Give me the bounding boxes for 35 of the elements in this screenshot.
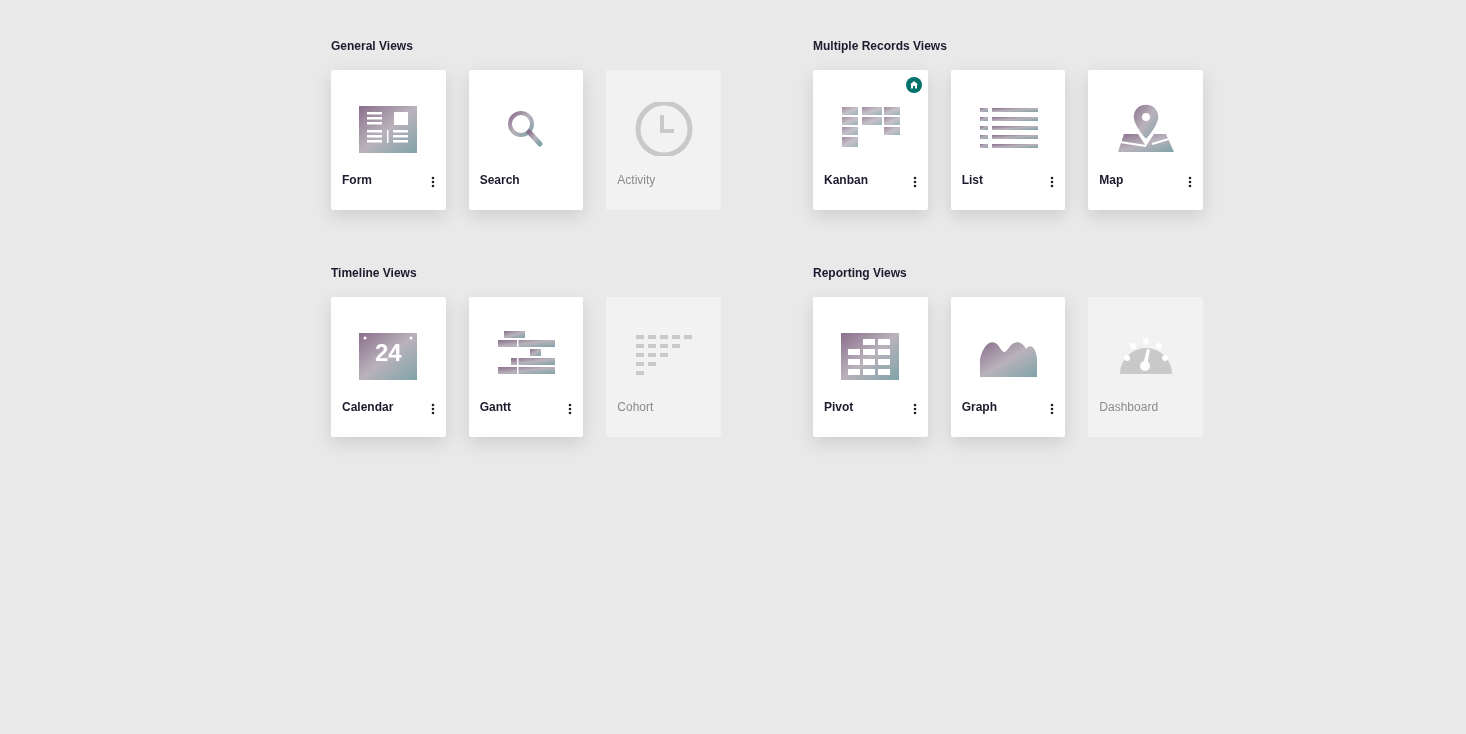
kebab-menu-icon[interactable]: [1188, 176, 1192, 188]
view-label: Cohort: [617, 400, 654, 414]
view-label: Search: [479, 173, 520, 187]
view-label: Pivot: [824, 400, 854, 414]
view-label: Graph: [961, 400, 997, 414]
view-label: Kanban: [824, 173, 868, 187]
section-title: General Views: [331, 39, 414, 55]
section-title: Reporting Views: [813, 266, 908, 282]
section-title: Multiple Records Views: [813, 39, 948, 55]
view-card[interactable]: Map: [1088, 70, 1203, 210]
section-title: Timeline Views: [331, 266, 418, 282]
view-card[interactable]: Graph: [950, 297, 1066, 437]
activity-icon: [633, 102, 694, 156]
view-card[interactable]: Pivot: [813, 297, 928, 437]
view-card[interactable]: Search: [468, 70, 584, 210]
kebab-menu-icon[interactable]: [1050, 176, 1055, 188]
view-label: Map: [1099, 173, 1124, 187]
view-card[interactable]: Gantt: [468, 297, 584, 437]
view-label: List: [961, 173, 983, 187]
kebab-menu-icon[interactable]: [1050, 403, 1055, 415]
kebab-menu-icon[interactable]: [430, 176, 435, 188]
view-label: Gantt: [479, 400, 511, 414]
kebab-menu-icon[interactable]: [568, 403, 573, 415]
kebab-menu-icon[interactable]: [430, 403, 435, 415]
view-card[interactable]: Form: [331, 70, 446, 210]
view-card[interactable]: 24 Calendar: [331, 297, 446, 437]
view-card[interactable]: List: [950, 70, 1066, 210]
view-label: Activity: [617, 173, 656, 187]
view-label: Form: [342, 173, 372, 187]
view-label: Calendar: [342, 400, 394, 414]
kebab-menu-icon[interactable]: [912, 403, 917, 415]
kebab-menu-icon[interactable]: [912, 176, 917, 188]
view-label: Dashboard: [1099, 400, 1159, 414]
day-number: 24: [375, 339, 402, 367]
view-card[interactable]: Kanban: [813, 70, 928, 210]
